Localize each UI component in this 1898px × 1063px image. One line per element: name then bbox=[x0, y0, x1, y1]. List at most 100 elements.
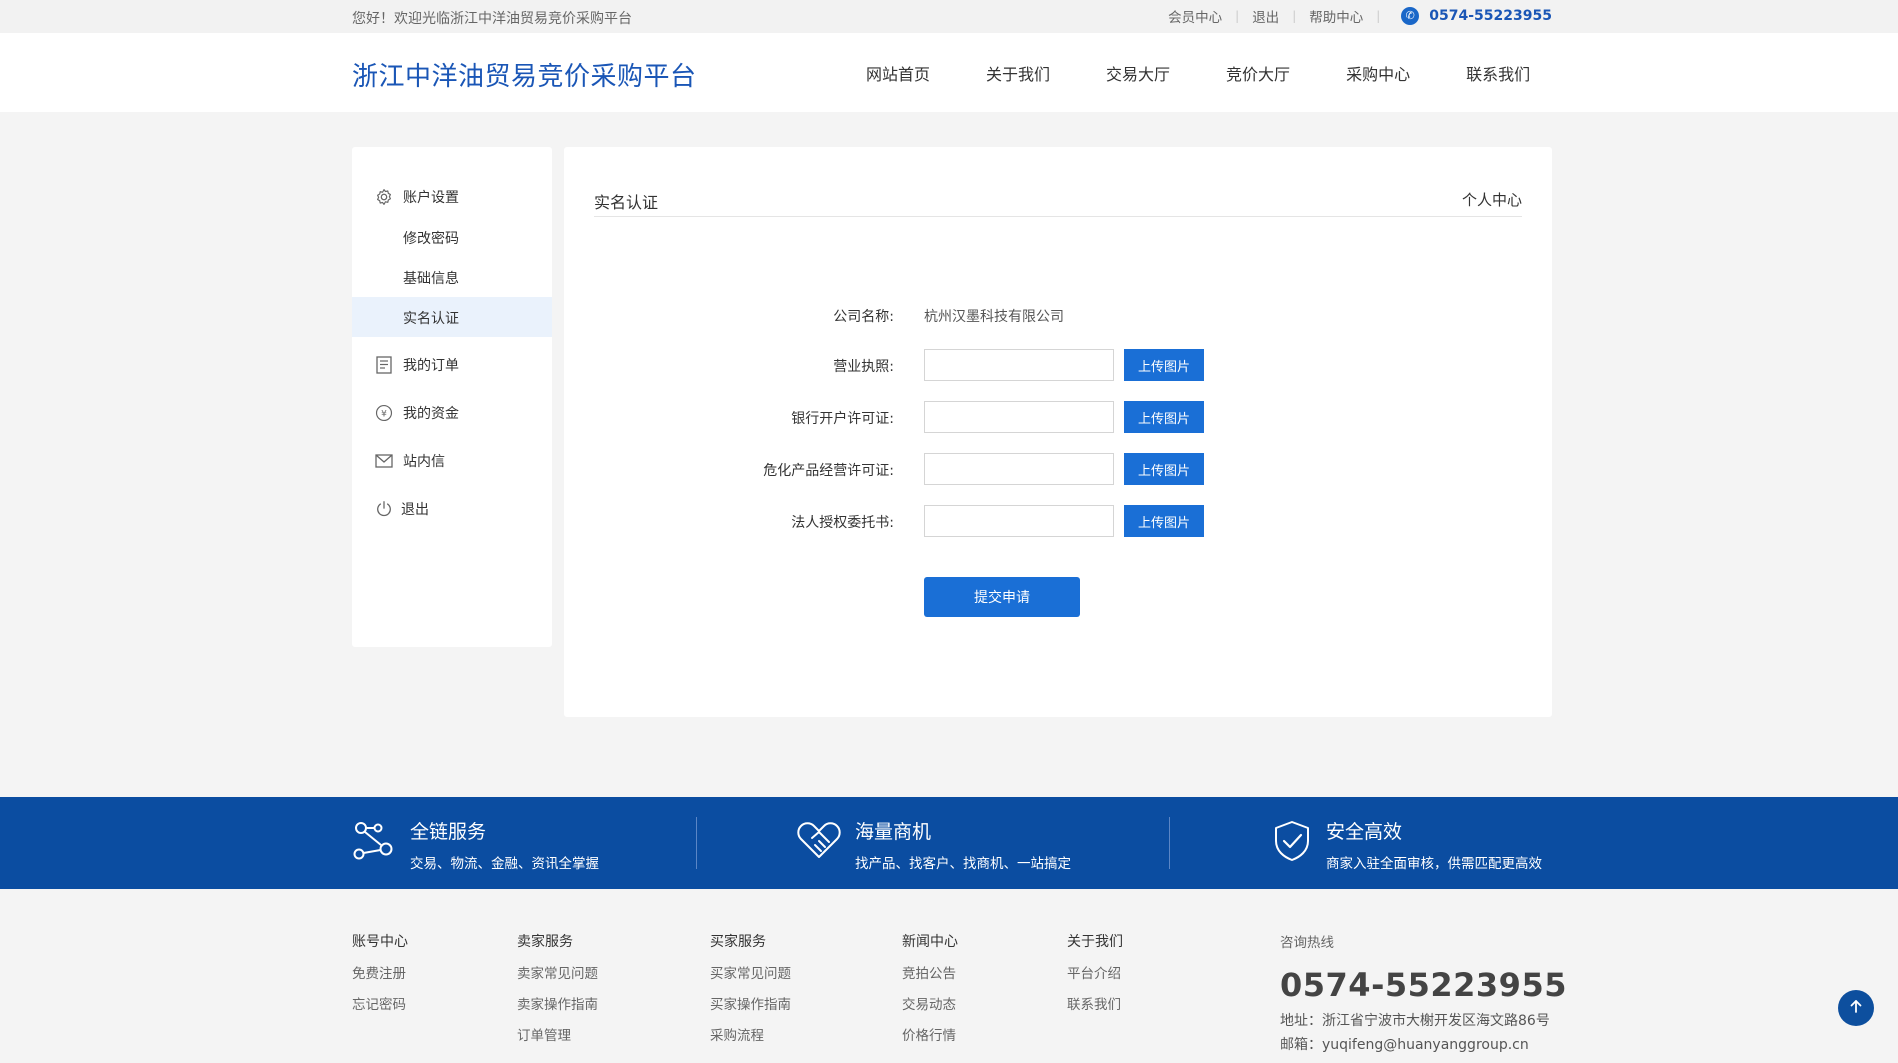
sidebar-item-logout[interactable]: 退出 bbox=[352, 492, 552, 526]
footer-col-heading: 卖家服务 bbox=[517, 934, 573, 950]
nav-about[interactable]: 关于我们 bbox=[986, 61, 1050, 85]
sidebar-label: 修改密码 bbox=[403, 231, 459, 247]
footer-col-buyer: 买家服务 买家常见问题 买家操作指南 采购流程 bbox=[710, 931, 791, 1059]
footer-col-about: 关于我们 平台介绍 联系我们 bbox=[1067, 931, 1123, 1028]
sidebar-item-change-password[interactable]: 修改密码 bbox=[352, 217, 552, 257]
contact-address: 地址：浙江省宁波市大榭开发区海文路86号 bbox=[1280, 1013, 1550, 1029]
footer-col-heading: 账号中心 bbox=[352, 934, 408, 950]
page-title: 实名认证 bbox=[594, 193, 659, 212]
feature-band: 全链服务 交易、物流、金融、资讯全掌握 海量商机 找产品、找客户、找商机、一站搞… bbox=[0, 797, 1898, 889]
footer-link-register[interactable]: 免费注册 bbox=[352, 966, 408, 997]
header: 浙江中洋油贸易竞价采购平台 网站首页 关于我们 交易大厅 竞价大厅 采购中心 联… bbox=[0, 33, 1898, 112]
footer-contact: 咨询热线 0574-55223955 地址：浙江省宁波市大榭开发区海文路86号 … bbox=[1280, 931, 1567, 1054]
power-of-attorney-label: 法人授权委托书: bbox=[791, 515, 894, 531]
feature-safe-efficient: 安全高效 商家入驻全面审核，供需匹配更高效 bbox=[1268, 797, 1568, 889]
network-nodes-icon bbox=[350, 817, 398, 865]
footer-col-news: 新闻中心 竞拍公告 交易动态 价格行情 bbox=[902, 931, 958, 1059]
divider bbox=[696, 817, 697, 869]
power-of-attorney-row: 法人授权委托书: 上传图片 bbox=[564, 505, 1552, 537]
site-title[interactable]: 浙江中洋油贸易竞价采购平台 bbox=[352, 56, 697, 93]
footer-link-buyer-guide[interactable]: 买家操作指南 bbox=[710, 997, 791, 1028]
phone-icon: ✆ bbox=[1401, 7, 1420, 25]
sidebar-label: 基础信息 bbox=[403, 271, 459, 287]
envelope-icon bbox=[374, 451, 394, 471]
feature-desc: 找产品、找客户、找商机、一站搞定 bbox=[855, 856, 1071, 872]
footer-link-seller-guide[interactable]: 卖家操作指南 bbox=[517, 997, 598, 1028]
welcome-text: 您好！欢迎光临浙江中洋油贸易竞价采购平台 bbox=[352, 11, 632, 27]
hazardous-permit-input[interactable] bbox=[924, 453, 1114, 485]
bank-permit-row: 银行开户许可证: 上传图片 bbox=[564, 401, 1552, 433]
sidebar-item-real-name-auth[interactable]: 实名认证 bbox=[352, 297, 552, 337]
nav-contact[interactable]: 联系我们 bbox=[1466, 61, 1530, 85]
bank-permit-label: 银行开户许可证: bbox=[791, 411, 894, 427]
hotline-heading: 咨询热线 bbox=[1280, 935, 1334, 951]
power-of-attorney-input[interactable] bbox=[924, 505, 1114, 537]
footer-link-purchase-process[interactable]: 采购流程 bbox=[710, 1028, 791, 1059]
business-license-input[interactable] bbox=[924, 349, 1114, 381]
sidebar: 账户设置 修改密码 基础信息 实名认证 我的订单 ¥ 我的资金 站内信 退出 bbox=[352, 147, 552, 647]
sidebar-item-basic-info[interactable]: 基础信息 bbox=[352, 257, 552, 297]
sidebar-label: 实名认证 bbox=[403, 311, 459, 327]
feature-business-opportunities: 海量商机 找产品、找客户、找商机、一站搞定 bbox=[795, 797, 1125, 889]
footer: 账号中心 免费注册 忘记密码 卖家服务 卖家常见问题 卖家操作指南 订单管理 买… bbox=[0, 889, 1898, 1063]
nav-bidding-hall[interactable]: 竞价大厅 bbox=[1226, 61, 1290, 85]
breadcrumb-personal-center[interactable]: 个人中心 bbox=[1462, 189, 1522, 210]
nav-procurement[interactable]: 采购中心 bbox=[1346, 61, 1410, 85]
sidebar-item-messages[interactable]: 站内信 bbox=[352, 444, 552, 478]
logout-link[interactable]: 退出 bbox=[1252, 6, 1279, 26]
feature-title: 海量商机 bbox=[855, 821, 932, 843]
upload-hazardous-permit-button[interactable]: 上传图片 bbox=[1124, 453, 1204, 485]
handshake-heart-icon bbox=[795, 817, 843, 865]
document-list-icon bbox=[374, 355, 394, 375]
company-name-value: 杭州汉墨科技有限公司 bbox=[924, 309, 1064, 325]
upload-power-of-attorney-button[interactable]: 上传图片 bbox=[1124, 505, 1204, 537]
panel-header: 实名认证 个人中心 bbox=[594, 147, 1522, 217]
nav-home[interactable]: 网站首页 bbox=[866, 61, 930, 85]
sidebar-label: 站内信 bbox=[403, 454, 445, 470]
feature-desc: 交易、物流、金融、资讯全掌握 bbox=[410, 856, 599, 872]
power-icon bbox=[374, 499, 394, 519]
feature-full-chain: 全链服务 交易、物流、金融、资讯全掌握 bbox=[350, 797, 680, 889]
submit-application-button[interactable]: 提交申请 bbox=[924, 577, 1080, 617]
footer-link-seller-faq[interactable]: 卖家常见问题 bbox=[517, 966, 598, 997]
member-center-link[interactable]: 会员中心 bbox=[1168, 6, 1222, 26]
hotline-number: 0574-55223955 bbox=[1280, 966, 1567, 1004]
separator: | bbox=[1292, 9, 1297, 23]
feature-desc: 商家入驻全面审核，供需匹配更高效 bbox=[1326, 856, 1542, 872]
contact-email: 邮箱：yuqifeng@huanyanggroup.cn bbox=[1280, 1037, 1529, 1053]
footer-col-heading: 关于我们 bbox=[1067, 934, 1123, 950]
hazardous-permit-label: 危化产品经营许可证: bbox=[763, 463, 894, 479]
footer-link-price-quotes[interactable]: 价格行情 bbox=[902, 1028, 958, 1059]
footer-link-forgot-password[interactable]: 忘记密码 bbox=[352, 997, 408, 1028]
separator: | bbox=[1376, 9, 1381, 23]
top-links: 会员中心 | 退出 | 帮助中心 | ✆ 0574-55223955 bbox=[1168, 6, 1552, 26]
footer-link-contact-us[interactable]: 联系我们 bbox=[1067, 997, 1123, 1028]
main-panel: 实名认证 个人中心 公司名称: 杭州汉墨科技有限公司 营业执照: 上传图片 银行… bbox=[564, 147, 1552, 717]
footer-link-order-management[interactable]: 订单管理 bbox=[517, 1028, 598, 1059]
sidebar-item-my-orders[interactable]: 我的订单 bbox=[352, 348, 552, 382]
back-to-top-button[interactable] bbox=[1838, 990, 1874, 1026]
footer-link-trade-news[interactable]: 交易动态 bbox=[902, 997, 958, 1028]
help-center-link[interactable]: 帮助中心 bbox=[1309, 6, 1363, 26]
bank-permit-input[interactable] bbox=[924, 401, 1114, 433]
sidebar-item-account-settings[interactable]: 账户设置 bbox=[352, 180, 552, 214]
feature-title: 安全高效 bbox=[1326, 821, 1403, 843]
separator: | bbox=[1235, 9, 1240, 23]
upload-business-license-button[interactable]: 上传图片 bbox=[1124, 349, 1204, 381]
nav-trading-hall[interactable]: 交易大厅 bbox=[1106, 61, 1170, 85]
upload-bank-permit-button[interactable]: 上传图片 bbox=[1124, 401, 1204, 433]
footer-col-heading: 新闻中心 bbox=[902, 934, 958, 950]
main-nav: 网站首页 关于我们 交易大厅 竞价大厅 采购中心 联系我们 bbox=[866, 61, 1530, 85]
gear-icon bbox=[374, 187, 394, 207]
business-license-row: 营业执照: 上传图片 bbox=[564, 349, 1552, 381]
sidebar-item-my-funds[interactable]: ¥ 我的资金 bbox=[352, 396, 552, 430]
footer-col-account: 账号中心 免费注册 忘记密码 bbox=[352, 931, 408, 1028]
divider bbox=[1169, 817, 1170, 869]
top-bar: 您好！欢迎光临浙江中洋油贸易竞价采购平台 会员中心 | 退出 | 帮助中心 | … bbox=[0, 0, 1898, 33]
company-name-row: 公司名称: 杭州汉墨科技有限公司 bbox=[564, 299, 1552, 331]
footer-link-platform-intro[interactable]: 平台介绍 bbox=[1067, 966, 1123, 997]
sidebar-label: 我的资金 bbox=[403, 406, 459, 422]
footer-link-buyer-faq[interactable]: 买家常见问题 bbox=[710, 966, 791, 997]
footer-link-auction-notice[interactable]: 竞拍公告 bbox=[902, 966, 958, 997]
feature-title: 全链服务 bbox=[410, 821, 487, 843]
